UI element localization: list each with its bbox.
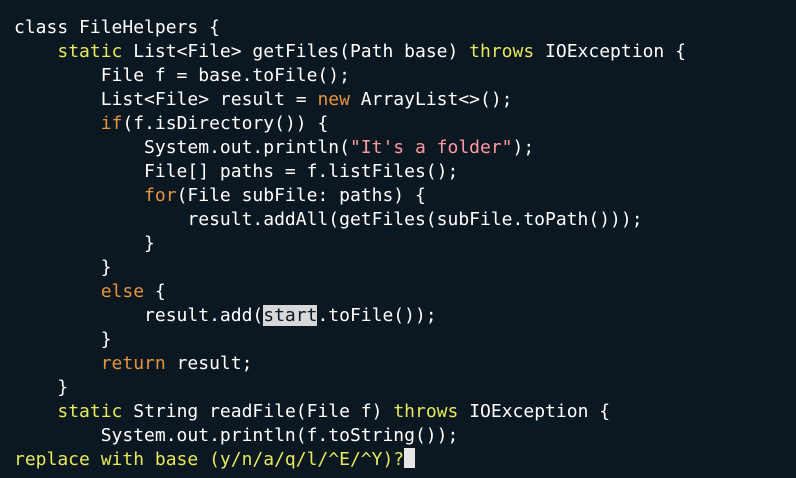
code-line: } [14,232,796,256]
code-line: File f = base.toFile(); [14,64,796,88]
code-line: } [14,376,796,400]
code-token: class FileHelpers { [14,17,220,38]
code-token: List<File> getFiles(Path base) [122,41,470,62]
code-line: } [14,256,796,280]
code-line: List<File> result = new ArrayList<>(); [14,88,796,112]
code-token: File[] paths = f.listFiles(); [14,161,459,182]
code-line: File[] paths = f.listFiles(); [14,160,796,184]
code-token: result.addAll(getFiles(subFile.toPath())… [14,209,643,230]
code-token: result.add( [14,305,264,326]
terminal-window: class FileHelpers { static List<File> ge… [0,0,796,478]
code-token: (f.isDirectory()) { [122,113,329,134]
code-token: System.out.println(f.toString()); [14,425,459,446]
minibuffer-prompt[interactable]: replace with base (y/n/a/q/l/^E/^Y)? [14,448,796,472]
keyword-token: static [57,401,123,422]
keyword-token: return [100,353,166,374]
code-token: String readFile(File f) [122,401,394,422]
code-line: if(f.isDirectory()) { [14,112,796,136]
code-line: System.out.println(f.toString()); [14,424,796,448]
code-line: static List<File> getFiles(Path base) th… [14,40,796,64]
code-token: } [14,233,155,254]
keyword-token: throws [393,401,459,422]
replace-prompt-text: replace with base (y/n/a/q/l/^E/^Y)? [14,449,405,470]
code-line: class FileHelpers { [14,16,796,40]
code-line: System.out.println("It's a folder"); [14,136,796,160]
code-editor[interactable]: class FileHelpers { static List<File> ge… [14,16,796,448]
code-token: ArrayList<>(); [349,89,513,110]
code-token: result; [165,353,253,374]
code-token: .toFile()); [317,305,437,326]
search-match-highlight: start [263,305,318,326]
code-token: } [14,257,112,278]
code-token: } [14,329,112,350]
keyword-token: new [317,89,350,110]
keyword-token: for [144,185,177,206]
keyword-token: if [100,113,123,134]
string-literal: "It's a folder" [349,137,513,158]
code-token: File f = base.toFile(); [14,65,350,86]
keyword-token: else [100,281,145,302]
code-token: { [144,281,166,302]
code-token: } [14,377,69,398]
code-token: IOException { [534,41,686,62]
code-line: static String readFile(File f) throws IO… [14,400,796,424]
code-token: System.out.println( [14,137,350,158]
code-line: result.addAll(getFiles(subFile.toPath())… [14,208,796,232]
code-token: ); [512,137,535,158]
code-token: List<File> result = [14,89,318,110]
code-token: (File subFile: paths) { [176,185,426,206]
keyword-token: throws [469,41,535,62]
code-line: return result; [14,352,796,376]
text-cursor [404,448,416,468]
keyword-token: static [57,41,123,62]
code-line: } [14,328,796,352]
code-token: IOException { [458,401,611,422]
code-line: result.add(start.toFile()); [14,304,796,328]
code-line: for(File subFile: paths) { [14,184,796,208]
code-line: else { [14,280,796,304]
